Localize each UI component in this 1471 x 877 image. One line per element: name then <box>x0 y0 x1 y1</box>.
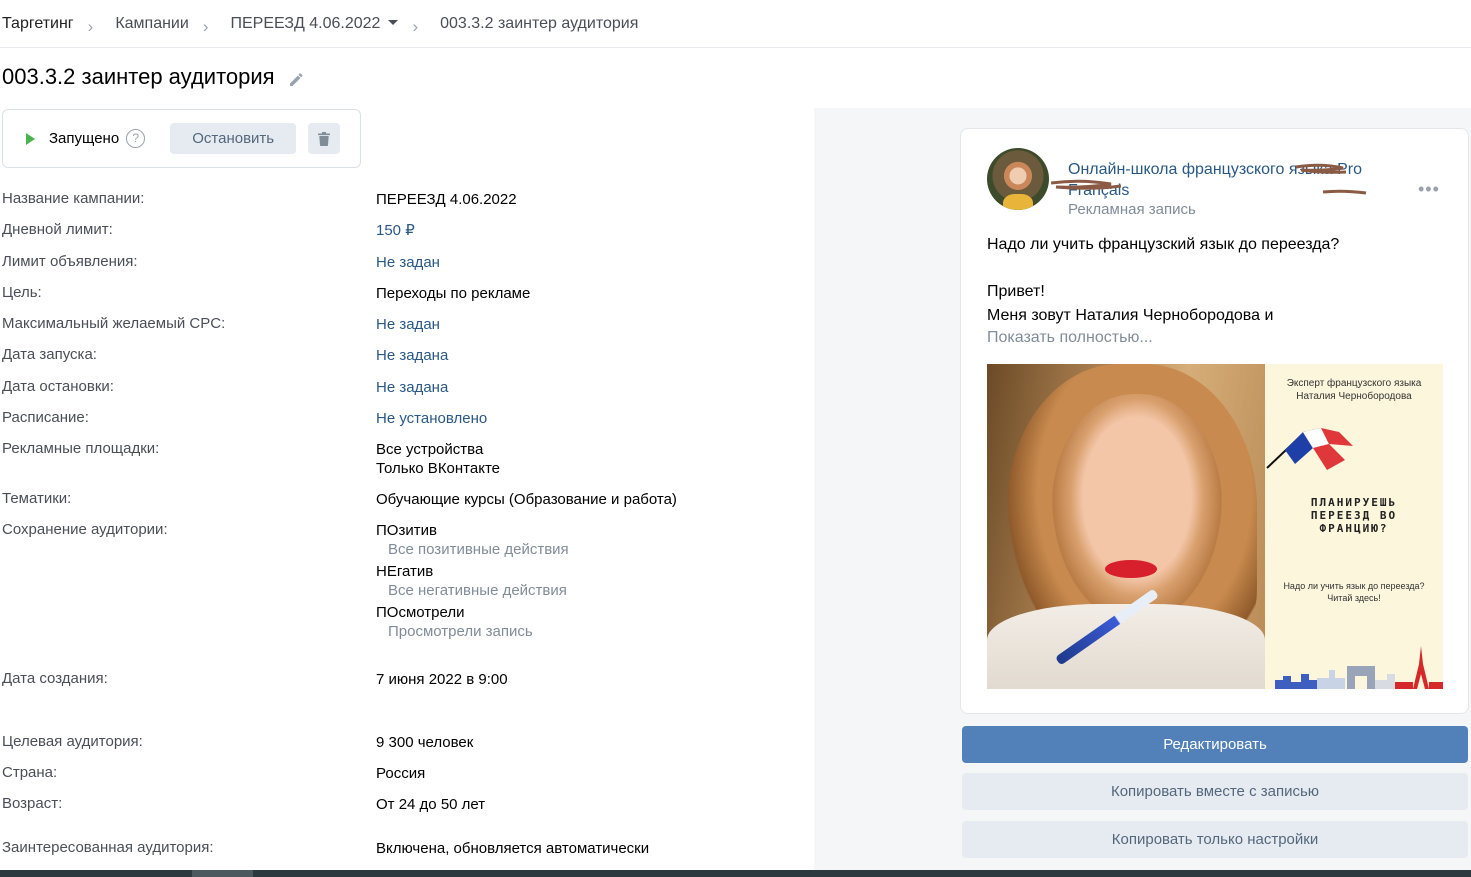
label-stop-date: Дата остановки: <box>2 378 114 395</box>
help-icon[interactable]: ? <box>126 129 146 148</box>
label-max-cpc: Максимальный желаемый CPC: <box>2 315 226 332</box>
label-schedule: Расписание: <box>2 409 89 426</box>
stop-button[interactable]: Остановить <box>170 123 297 154</box>
banner-graphic: Эксперт французского языка Наталия Черно… <box>1265 364 1443 689</box>
delete-button[interactable] <box>308 123 341 154</box>
banner-caption-line: Надо ли учить язык до переезда? <box>1283 581 1425 591</box>
value-max-cpc[interactable]: Не задан <box>376 315 440 334</box>
pencil-icon[interactable] <box>287 68 305 86</box>
ad-label: Рекламная запись <box>1068 201 1196 218</box>
value-goal: Переходы по рекламе <box>376 285 531 302</box>
more-icon[interactable]: ••• <box>1418 179 1440 200</box>
group-name-link[interactable]: Онлайн-школа французского языка Pro Fran… <box>1068 159 1368 201</box>
label-start-date: Дата запуска: <box>2 346 97 363</box>
value-target-audience: 9 300 человек <box>376 734 474 751</box>
banner-caption-line: Читай здесь! <box>1327 593 1381 603</box>
label-country: Страна: <box>2 764 58 781</box>
value-start-date[interactable]: Не задана <box>376 346 448 365</box>
paris-skyline-icon <box>1275 646 1443 689</box>
avatar[interactable] <box>987 148 1049 210</box>
breadcrumb-campaign-dropdown[interactable]: ПЕРЕЕЗД 4.06.2022 <box>230 14 399 33</box>
banner-subtitle-line: Эксперт французского языка <box>1286 378 1422 389</box>
ad-status-panel: Запущено ? Остановить <box>2 109 361 168</box>
show-more-link[interactable]: Показать полностью... <box>987 329 1153 347</box>
label-daily-limit: Дневной лимит: <box>2 221 113 238</box>
breadcrumb-separator: › <box>87 16 94 36</box>
banner-subtitle-line: Наталия Чернобородова <box>1296 391 1412 402</box>
value-campaign-name: ПЕРЕЕЗД 4.06.2022 <box>376 191 517 208</box>
value-created: 7 июня 2022 в 9:00 <box>376 671 508 688</box>
breadcrumb-targeting[interactable]: Таргетинг <box>2 15 74 33</box>
label-created: Дата создания: <box>2 670 108 687</box>
value-ad-limit[interactable]: Не задан <box>376 253 440 272</box>
breadcrumb-campaign-label: ПЕРЕЕЗД 4.06.2022 <box>230 14 381 32</box>
label-ad-limit: Лимит объявления: <box>2 253 138 270</box>
page-title-row: 003.3.2 заинтер аудитория <box>2 64 305 90</box>
trash-icon <box>318 131 331 146</box>
portrait-lips <box>1105 560 1157 578</box>
breadcrumb-separator: › <box>412 16 419 36</box>
value-interested-audience: Включена, обновляется автоматически <box>376 840 650 857</box>
value-platforms: Все устройства Только ВКонтакте <box>376 440 500 478</box>
value-schedule[interactable]: Не установлено <box>376 409 487 428</box>
label-topics: Тематики: <box>2 490 72 507</box>
banner-title-line: ПЕРЕЕЗД ВО <box>1310 509 1398 522</box>
banner-title-line: ПЛАНИРУЕШЬ <box>1310 496 1398 509</box>
portrait-face <box>1052 394 1222 624</box>
breadcrumb-current: 003.3.2 заинтер аудитория <box>440 14 639 32</box>
chevron-down-icon <box>388 19 399 25</box>
horizontal-scrollbar-thumb[interactable] <box>192 870 253 877</box>
platform-item: Только ВКонтакте <box>376 460 500 477</box>
label-interested-audience: Заинтересованная аудитория: <box>2 839 214 856</box>
value-stop-date[interactable]: Не задана <box>376 378 448 397</box>
breadcrumb-campaigns[interactable]: Кампании <box>115 15 189 33</box>
page-title: 003.3.2 заинтер аудитория <box>2 64 275 89</box>
banner-caption: Надо ли учить язык до переезда? Читай зд… <box>1265 580 1443 604</box>
audience-item-desc: Просмотрели запись <box>388 623 533 640</box>
audience-item-desc: Все позитивные действия <box>388 541 569 558</box>
post-text-line: Меня зовут Наталия Чернобородова и <box>987 307 1274 324</box>
status-text: Запущено <box>49 130 120 147</box>
copy-with-post-button[interactable]: Копировать вместе с записью <box>962 773 1468 810</box>
post-image[interactable]: Эксперт французского языка Наталия Черно… <box>987 364 1443 689</box>
value-audience-save: ПОзитив Все позитивные действия НЕгатив … <box>376 521 569 641</box>
french-flag-icon <box>1266 427 1353 470</box>
value-topics: Обучающие курсы (Образование и работа) <box>376 491 677 508</box>
label-audience-save: Сохранение аудитории: <box>2 521 168 538</box>
audience-item-desc: Все негативные действия <box>388 582 567 599</box>
label-target-audience: Целевая аудитория: <box>2 733 143 750</box>
platform-item: Все устройства <box>376 441 484 458</box>
banner-title-line: ФРАНЦИЮ? <box>1319 522 1389 535</box>
audience-item-name: НЕгатив <box>376 563 434 580</box>
play-icon <box>26 132 35 145</box>
portrait-photo <box>987 364 1265 689</box>
value-age: От 24 до 50 лет <box>376 796 486 813</box>
banner-subtitle: Эксперт французского языка Наталия Черно… <box>1265 377 1443 403</box>
label-age: Возраст: <box>2 795 63 812</box>
edit-button[interactable]: Редактировать <box>962 726 1468 763</box>
ad-post-preview: Онлайн-школа французского языка Pro Fran… <box>960 128 1469 714</box>
label-campaign-name: Название кампании: <box>2 190 145 207</box>
label-platforms: Рекламные площадки: <box>2 440 160 457</box>
audience-item-name: ПОзитив <box>376 522 437 539</box>
breadcrumb: Таргетинг › Кампании › ПЕРЕЕЗД 4.06.2022… <box>0 0 1471 48</box>
value-country: Россия <box>376 765 426 782</box>
breadcrumb-separator: › <box>202 16 209 36</box>
post-text-line: Надо ли учить французский язык до переез… <box>987 236 1340 253</box>
copy-settings-button[interactable]: Копировать только настройки <box>962 821 1468 858</box>
label-goal: Цель: <box>2 284 42 301</box>
banner-title: ПЛАНИРУЕШЬ ПЕРЕЕЗД ВО ФРАНЦИЮ? <box>1265 496 1443 535</box>
post-text-line: Привет! <box>987 283 1045 300</box>
value-daily-limit[interactable]: 150 ₽ <box>376 221 415 240</box>
audience-item-name: ПОсмотрели <box>376 604 465 621</box>
